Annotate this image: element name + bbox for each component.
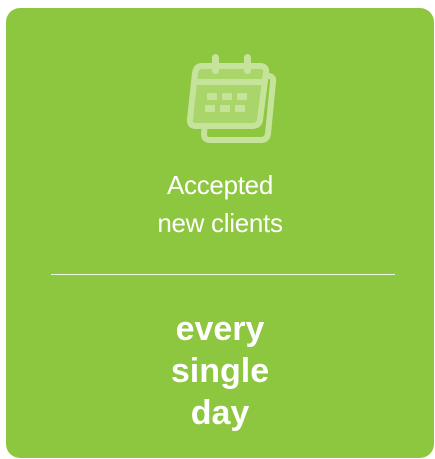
subtitle: Accepted new clients <box>6 166 434 242</box>
headline-line-1: every <box>175 310 265 348</box>
stat-card: Accepted new clients every single day <box>6 8 434 458</box>
subtitle-line-2: new clients <box>157 208 283 238</box>
calendar-icon <box>182 46 278 144</box>
headline: every single day <box>6 308 434 434</box>
headline-line-3: day <box>190 394 250 432</box>
divider <box>51 274 395 275</box>
headline-line-2: single <box>170 352 270 390</box>
subtitle-line-1: Accepted <box>166 170 273 200</box>
